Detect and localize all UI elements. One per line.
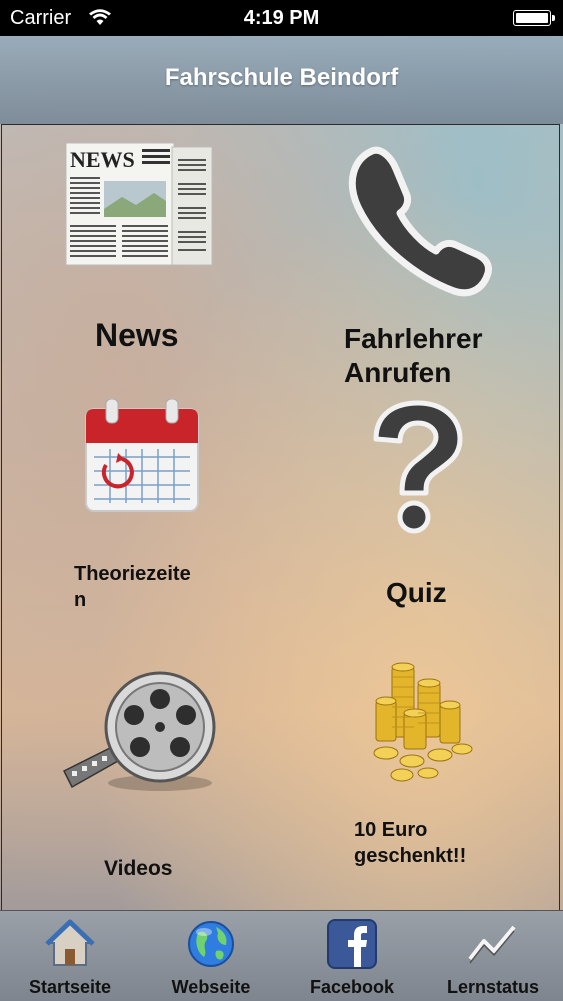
tile-quiz-label: Quiz xyxy=(386,577,447,608)
tile-euro-label-line1: 10 Euro xyxy=(354,819,428,841)
tab-startseite-label: Startseite xyxy=(28,977,112,997)
page-title: Fahrschule Beindorf xyxy=(164,64,399,91)
newspaper-icon: NEWS xyxy=(65,142,213,266)
tile-videos-label: Videos xyxy=(104,857,173,880)
facebook-icon xyxy=(327,919,377,969)
question-mark-icon xyxy=(373,400,463,534)
tab-lernstatus[interactable]: Lernstatus xyxy=(423,911,563,1001)
tab-facebook-label: Facebook xyxy=(309,977,395,997)
calendar-icon xyxy=(85,399,199,512)
tile-videos[interactable]: Videos xyxy=(42,653,262,903)
battery-icon xyxy=(513,10,555,26)
tile-call-instructor[interactable]: Fahrlehrer Anrufen xyxy=(302,133,542,388)
film-reel-icon xyxy=(62,671,216,791)
tab-webseite-label: Webseite xyxy=(171,977,251,997)
svg-text:NEWS: NEWS xyxy=(70,147,135,172)
tile-free-euro[interactable]: 10 Euro geschenkt!! xyxy=(302,653,542,903)
tile-quiz[interactable]: Quiz xyxy=(302,393,542,643)
globe-icon xyxy=(188,921,234,967)
tab-bar: Startseite Webseite Facebook Lernstatus xyxy=(0,910,563,1001)
app-screen: Fahrschule Beindorf NEWS News Fahrlehrer… xyxy=(0,36,563,1001)
tile-call-label-line1: Fahrlehrer xyxy=(344,323,483,354)
menu-grid: NEWS News Fahrlehrer Anrufen Theoriezeit… xyxy=(1,124,560,911)
tile-call-label-line2: Anrufen xyxy=(344,357,452,388)
tile-news-label: News xyxy=(95,317,179,353)
phone-icon xyxy=(348,146,492,297)
tile-theory-times[interactable]: Theoriezeite n xyxy=(42,393,262,623)
tab-webseite[interactable]: Webseite xyxy=(141,911,281,1001)
tile-theory-label-line1: Theoriezeite xyxy=(74,563,191,585)
tile-theory-label-line2: n xyxy=(74,589,87,611)
tab-lernstatus-label: Lernstatus xyxy=(446,977,540,997)
chart-line-icon xyxy=(468,925,516,964)
home-icon xyxy=(45,919,95,966)
tab-startseite[interactable]: Startseite xyxy=(0,911,140,1001)
tab-facebook[interactable]: Facebook xyxy=(282,911,422,1001)
coins-icon xyxy=(373,662,473,782)
status-time: 4:19 PM xyxy=(243,7,320,29)
tile-news[interactable]: NEWS News xyxy=(42,133,262,363)
tile-euro-label-line2: geschenkt!! xyxy=(354,845,467,867)
status-bar: Carrier 4:19 PM xyxy=(0,0,563,36)
navigation-bar: Fahrschule Beindorf xyxy=(0,36,563,124)
